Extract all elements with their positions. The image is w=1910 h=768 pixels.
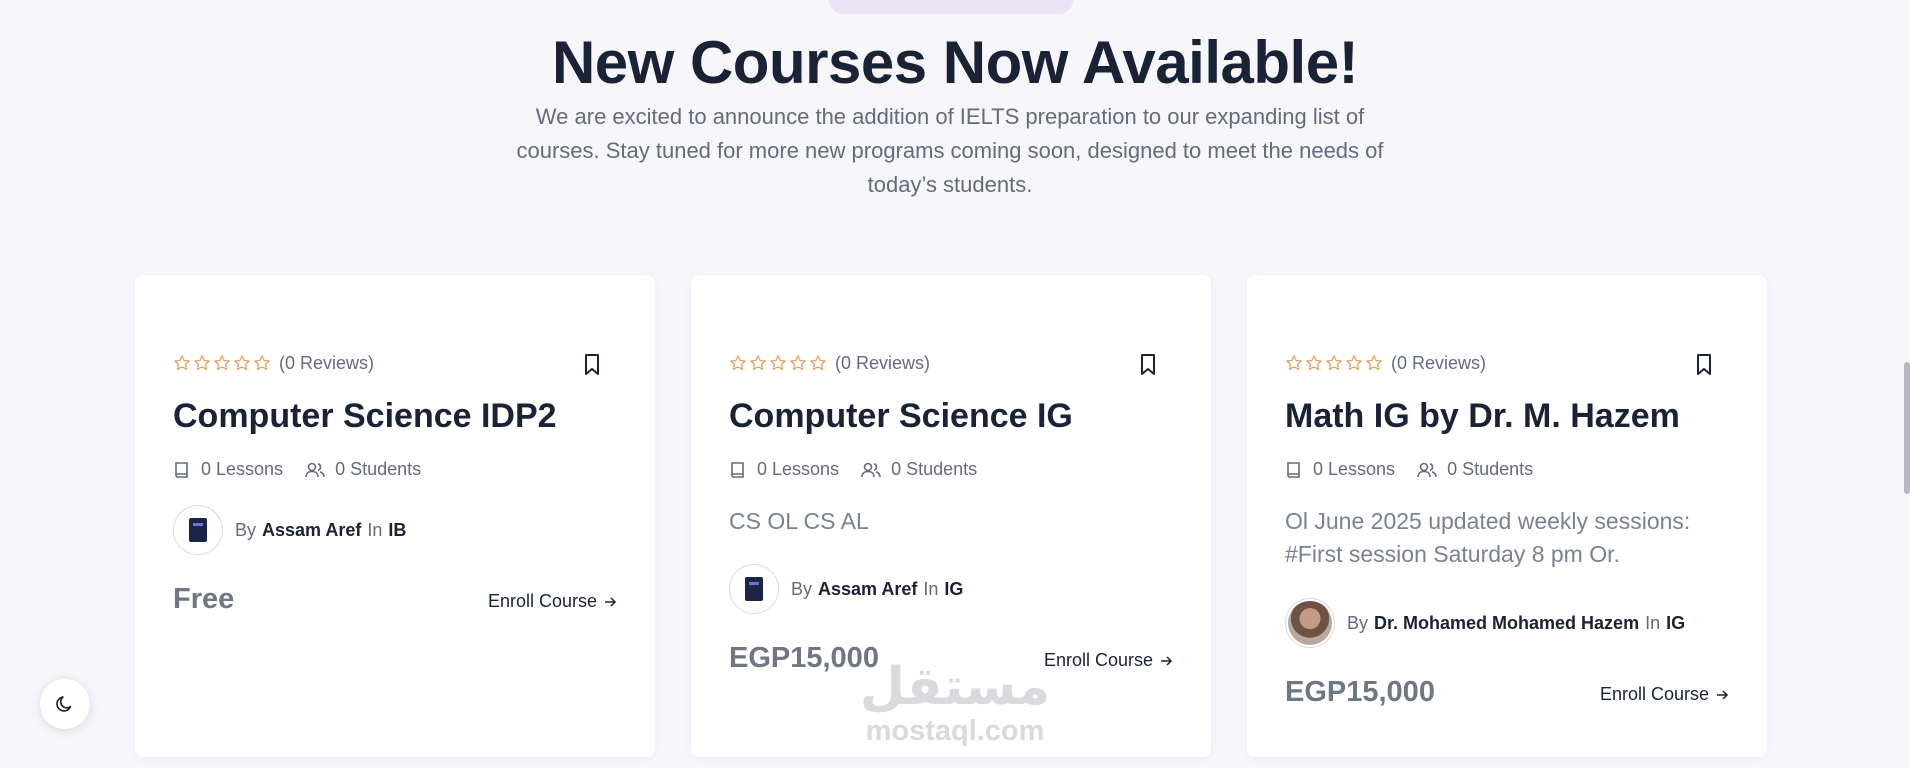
star-outline-icon	[254, 355, 270, 371]
by-label: By	[1347, 612, 1369, 633]
book-icon	[1287, 461, 1300, 478]
students-info: 0 Students	[305, 459, 421, 480]
lessons-count: 0 Lessons	[757, 459, 840, 479]
course-title[interactable]: Computer Science IG	[729, 397, 1179, 436]
star-rating	[173, 354, 271, 372]
moon-icon	[56, 696, 72, 712]
rating-row: (0 Reviews)	[1285, 351, 1486, 375]
users-icon	[305, 462, 325, 477]
arrow-right-icon	[1717, 689, 1729, 700]
rating-row: (0 Reviews)	[729, 351, 930, 375]
review-count: (0 Reviews)	[835, 352, 931, 373]
students-count: 0 Students	[891, 459, 978, 479]
enroll-label: Enroll Course	[487, 591, 597, 611]
lessons-count: 0 Lessons	[1313, 459, 1396, 479]
students-info: 0 Students	[1417, 459, 1533, 480]
author-link[interactable]: Dr. Mohamed Mohamed Hazem	[1374, 613, 1639, 634]
users-icon	[861, 462, 881, 477]
avatar[interactable]	[1285, 598, 1335, 648]
review-count: (0 Reviews)	[1391, 352, 1487, 373]
course-price: EGP15,000	[1285, 676, 1435, 708]
course-meta: 0 Lessons 0 Students	[173, 459, 443, 480]
course-card: (0 Reviews) Math IG by Dr. M. Hazem 0 Le…	[1247, 275, 1767, 757]
avatar[interactable]	[173, 505, 223, 555]
students-count: 0 Students	[335, 459, 422, 479]
category-link[interactable]: IG	[944, 579, 963, 600]
star-outline-icon	[810, 355, 826, 371]
lessons-info: 0 Lessons	[729, 459, 839, 480]
enroll-course-button[interactable]: Enroll Course	[1600, 684, 1729, 705]
course-price: EGP15,000	[729, 642, 879, 674]
author-row: By Dr. Mohamed Mohamed Hazem In IG	[1285, 598, 1685, 648]
lessons-count: 0 Lessons	[201, 459, 284, 479]
star-outline-icon	[1346, 355, 1362, 371]
section-subtitle: We are excited to announce the addition …	[516, 104, 1384, 197]
category-link[interactable]: IG	[1666, 613, 1685, 634]
enroll-course-button[interactable]: Enroll Course	[488, 591, 617, 612]
bookmark-icon[interactable]	[1137, 352, 1159, 378]
star-outline-icon	[730, 355, 746, 371]
star-outline-icon	[174, 355, 190, 371]
lessons-info: 0 Lessons	[173, 459, 283, 480]
book-icon	[731, 461, 744, 478]
enroll-label: Enroll Course	[1599, 684, 1709, 704]
star-rating	[729, 354, 827, 372]
star-outline-icon	[1326, 355, 1342, 371]
scrollbar-thumb[interactable]	[1904, 362, 1910, 494]
lessons-info: 0 Lessons	[1285, 459, 1395, 480]
star-outline-icon	[214, 355, 230, 371]
course-description: Ol June 2025 updated weekly sessions: #F…	[1285, 508, 1691, 567]
students-info: 0 Students	[861, 459, 977, 480]
author-row: By Assam Aref In IG	[729, 564, 963, 614]
course-meta: 0 Lessons 0 Students	[1285, 459, 1555, 480]
enroll-label: Enroll Course	[1043, 650, 1153, 670]
author-row: By Assam Aref In IB	[173, 505, 406, 555]
category-link[interactable]: IB	[388, 520, 406, 541]
theme-toggle-button[interactable]	[40, 679, 90, 729]
course-title[interactable]: Computer Science IDP2	[173, 397, 623, 436]
review-count: (0 Reviews)	[279, 352, 375, 373]
book-icon	[175, 461, 188, 478]
top-pill-decoration	[829, 0, 1073, 14]
star-rating	[1285, 354, 1383, 372]
by-label: By	[791, 578, 813, 599]
rating-row: (0 Reviews)	[173, 351, 374, 375]
star-outline-icon	[194, 355, 210, 371]
star-outline-icon	[790, 355, 806, 371]
by-label: By	[235, 519, 257, 540]
star-outline-icon	[1366, 355, 1382, 371]
course-title[interactable]: Math IG by Dr. M. Hazem	[1285, 397, 1735, 436]
users-icon	[1417, 462, 1437, 477]
star-outline-icon	[234, 355, 250, 371]
course-description: CS OL CS AL	[729, 508, 869, 534]
star-outline-icon	[1286, 355, 1302, 371]
star-outline-icon	[1306, 355, 1322, 371]
in-label: In	[1645, 612, 1661, 633]
course-price: Free	[173, 583, 235, 615]
enroll-course-button[interactable]: Enroll Course	[1044, 650, 1173, 671]
course-card: (0 Reviews) Computer Science IG 0 Lesson…	[691, 275, 1211, 757]
arrow-right-icon	[605, 596, 617, 607]
in-label: In	[923, 578, 939, 599]
star-outline-icon	[750, 355, 766, 371]
section-title: New Courses Now Available!	[551, 29, 1359, 96]
author-link[interactable]: Assam Aref	[818, 579, 917, 600]
bookmark-icon[interactable]	[1693, 352, 1715, 378]
author-link[interactable]: Assam Aref	[262, 520, 361, 541]
bookmark-icon[interactable]	[581, 352, 603, 378]
students-count: 0 Students	[1447, 459, 1534, 479]
in-label: In	[367, 519, 383, 540]
avatar[interactable]	[729, 564, 779, 614]
arrow-right-icon	[1161, 655, 1173, 666]
course-meta: 0 Lessons 0 Students	[729, 459, 999, 480]
course-card: (0 Reviews) Computer Science IDP2 0 Less…	[135, 275, 655, 757]
star-outline-icon	[770, 355, 786, 371]
